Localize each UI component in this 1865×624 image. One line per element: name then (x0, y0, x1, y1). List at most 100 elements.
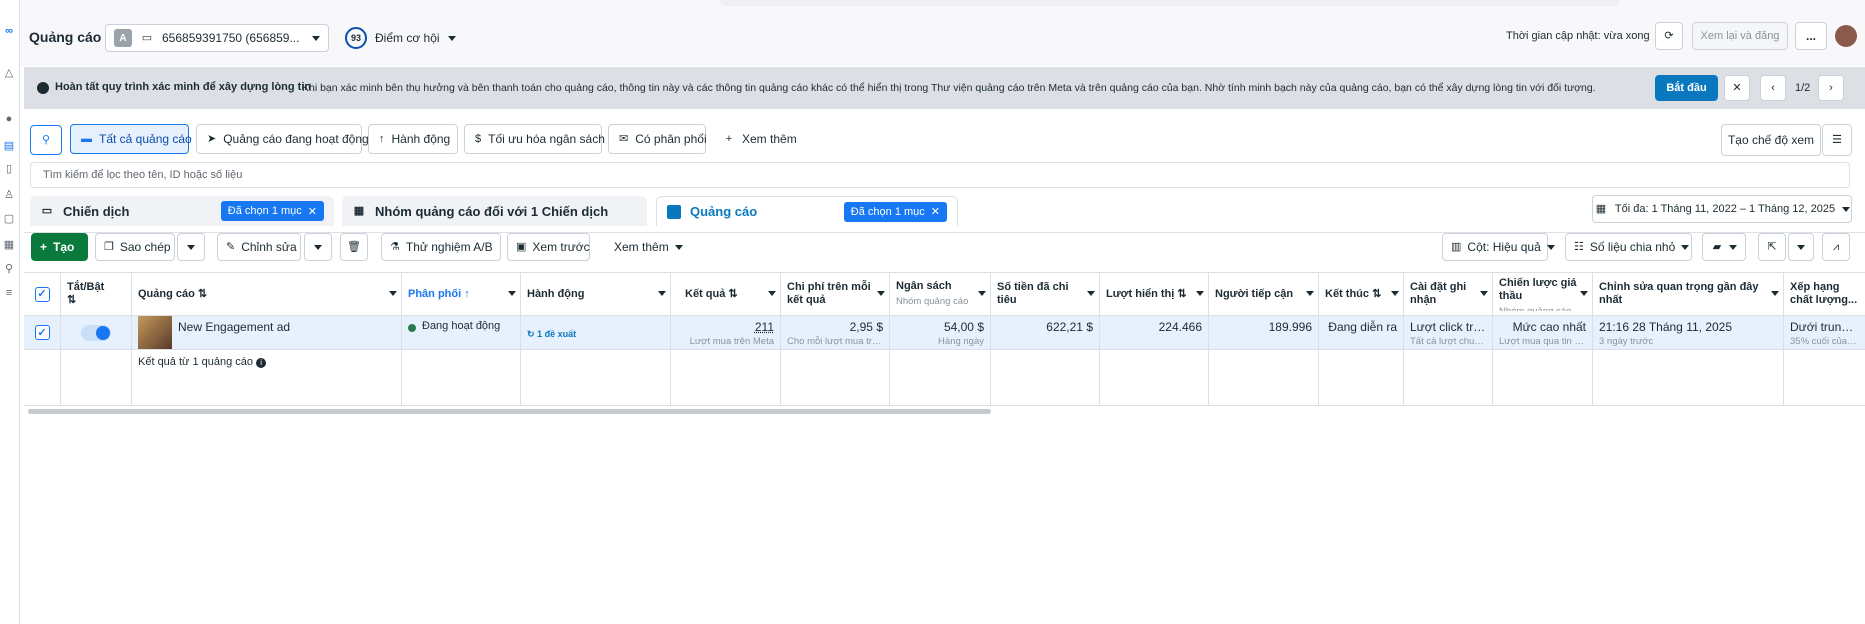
row-select-cell[interactable]: ✓ (24, 316, 61, 349)
header-impressions[interactable]: Lượt hiển thị ⇅ (1100, 273, 1209, 315)
header-last-edit[interactable]: Chỉnh sửa quan trọng gần đây nhất (1593, 273, 1784, 315)
search-input[interactable]: Tìm kiếm để lọc theo tên, ID hoặc số liệ… (30, 162, 1850, 188)
export-button[interactable]: ⇱ (1758, 233, 1786, 261)
table-row[interactable]: ✓ New Engagement ad Đang hoạt động ↻ 1 đ… (24, 316, 1865, 350)
header-delivery[interactable]: Phân phối ↑ (402, 273, 521, 315)
close-banner-button[interactable]: ✕ (1724, 75, 1750, 101)
next-button[interactable]: › (1818, 75, 1844, 101)
edit-menu-button[interactable] (304, 233, 332, 261)
quality-sub: 35% cuối của qu (1790, 336, 1859, 347)
filter-all-ads[interactable]: ▬ Tất cả quảng cáo (70, 124, 192, 154)
row-actions-cell[interactable]: ↻ 1 đề xuất (521, 316, 671, 349)
sort-icon: ⇅ (1177, 287, 1187, 300)
total-empty-cell (1319, 350, 1404, 405)
copy-icon: ❐ (104, 241, 114, 253)
grid-icon[interactable]: ▤ (2, 139, 16, 153)
menu-icon[interactable]: ≡ (2, 286, 16, 300)
opportunity-score[interactable]: 93 Điểm cơ hội (345, 27, 456, 49)
row-ad-cell[interactable]: New Engagement ad (132, 316, 402, 349)
filter-with-delivery[interactable]: ✉ Có phân phối (608, 124, 707, 154)
toggle-knob (96, 325, 110, 340)
select-all-checkbox[interactable]: ✓ (34, 286, 50, 302)
account-selector[interactable]: A ▭ 656859391750 (656859... (105, 24, 329, 52)
previous-button[interactable]: ‹ (1760, 75, 1786, 101)
header-budget[interactable]: Ngân sách Nhóm quảng cáo (890, 273, 991, 315)
header-actions[interactable]: Hành động (521, 273, 671, 315)
selection-chip[interactable]: Đã chọn 1 mục ✕ (843, 201, 947, 222)
more-actions-button[interactable]: Xem thêm (605, 233, 683, 261)
impressions-value: 224.466 (1158, 320, 1202, 334)
chart-icon[interactable]: ▯ (2, 162, 16, 176)
row-checkbox[interactable]: ✓ (34, 325, 50, 340)
header-quality[interactable]: Xếp hạng chất lượng... (1784, 273, 1865, 315)
delete-button[interactable]: 🗑 (340, 233, 368, 261)
row-quality-cell: Dưới trung bì 35% cuối của qu (1784, 316, 1865, 349)
selection-chip[interactable]: Đã chọn 1 mục ✕ (220, 201, 324, 221)
header-label: Kết thúc (1325, 287, 1369, 300)
header-results[interactable]: Kết quả ⇅ (671, 273, 781, 315)
view-settings-button[interactable]: ☰ (1822, 124, 1852, 156)
update-status: Thời gian cập nhật: vừa xong (1506, 30, 1650, 42)
results-value[interactable]: 211 (677, 320, 774, 334)
ad-toggle[interactable] (81, 324, 111, 341)
chart-toggle-button[interactable]: ⩘ (1822, 233, 1850, 261)
preview-button[interactable]: ▣ Xem trước (507, 233, 590, 261)
filter-budget-optimization[interactable]: $ Tối ưu hóa ngân sách (464, 124, 605, 154)
spent-value: 622,21 $ (1046, 320, 1093, 334)
columns-button[interactable]: ▥ Cột: Hiệu quả (1442, 233, 1555, 261)
date-range-picker[interactable]: ▦ Tối đa: 1 Tháng 11, 2022 – 1 Tháng 12,… (1592, 195, 1852, 223)
export-menu-button[interactable] (1788, 233, 1814, 261)
select-all-cell[interactable]: ✓ (24, 273, 61, 315)
tab-campaigns[interactable]: ▭ Chiến dịch Đã chọn 1 mục ✕ (30, 196, 334, 226)
calendar-icon[interactable]: ▦ (2, 238, 16, 252)
header-label: Quảng cáo (138, 287, 195, 300)
row-spent-cell: 622,21 $ (991, 316, 1100, 349)
trash-icon: 🗑 (347, 241, 361, 253)
close-icon[interactable]: ✕ (931, 205, 940, 218)
ad-name[interactable]: New Engagement ad (178, 320, 290, 334)
header-reach[interactable]: Người tiếp cận (1209, 273, 1319, 315)
header-attribution[interactable]: Cài đặt ghi nhận (1404, 273, 1493, 315)
duplicate-menu-button[interactable] (177, 233, 205, 261)
row-last-edit-cell: 21:16 28 Tháng 11, 2025 3 ngày trước (1593, 316, 1784, 349)
refresh-button[interactable]: ⟳ (1655, 22, 1683, 50)
avatar[interactable] (1835, 25, 1857, 47)
search-toggle-button[interactable]: ⚲ (30, 125, 62, 155)
wallet-icon[interactable]: ▢ (2, 212, 16, 226)
review-publish-button[interactable]: Xem lại và đăng (1692, 22, 1788, 50)
chevron-down-icon (1480, 291, 1488, 296)
recommendation-link[interactable]: ↻ 1 đề xuất (527, 329, 576, 339)
close-icon[interactable]: ✕ (308, 205, 317, 218)
header-ad[interactable]: Quảng cáo ⇅ (132, 273, 402, 315)
header-cost-per-result[interactable]: Chi phí trên mỗi kết quả (781, 273, 890, 315)
people-icon[interactable]: ♙ (2, 188, 16, 202)
bid-sub: Lượt mua qua tin n... (1499, 336, 1586, 347)
row-cost-cell: 2,95 $ Cho mỗi lượt mua trê... (781, 316, 890, 349)
start-button[interactable]: Bắt đầu (1655, 75, 1718, 101)
ab-test-button[interactable]: ⚗ Thử nghiệm A/B (381, 233, 501, 261)
filter-actions[interactable]: ↑ Hành động (368, 124, 458, 154)
more-options-button[interactable]: ... (1795, 22, 1827, 50)
edit-button[interactable]: ✎ Chỉnh sửa (217, 233, 301, 261)
sliders-icon: ☰ (1832, 134, 1842, 146)
header-toggle[interactable]: Tắt/Bật ⇅ (61, 273, 132, 315)
duplicate-button[interactable]: ❐ Sao chép (95, 233, 175, 261)
tab-ad-sets[interactable]: ▦ Nhóm quảng cáo đối với 1 Chiến dịch (342, 196, 647, 226)
header-ends[interactable]: Kết thúc ⇅ (1319, 273, 1404, 315)
row-toggle-cell[interactable] (61, 316, 132, 349)
horizontal-scrollbar[interactable] (28, 409, 991, 414)
see-more-filters[interactable]: + Xem thêm (722, 132, 797, 146)
notification-icon[interactable]: ● (2, 112, 16, 126)
meta-icon[interactable]: ∞ (2, 24, 16, 38)
create-button[interactable]: + Tạo (31, 233, 88, 261)
reports-button[interactable]: ▰ (1702, 233, 1746, 261)
create-view-button[interactable]: Tạo chế độ xem (1721, 124, 1821, 156)
breakdown-button[interactable]: ☷ Số liệu chia nhỏ (1565, 233, 1692, 261)
header-amount-spent[interactable]: Số tiền đã chi tiêu (991, 273, 1100, 315)
info-icon[interactable]: i (256, 357, 267, 368)
filter-active-ads[interactable]: ➤ Quảng cáo đang hoạt động (196, 124, 369, 154)
header-bid-strategy[interactable]: Chiến lược giá thầu Nhóm quảng cáo (1493, 273, 1593, 315)
settings-icon[interactable]: ⚲ (2, 262, 16, 276)
warning-icon[interactable]: △ (2, 66, 16, 80)
tab-ads[interactable]: Quảng cáo Đã chọn 1 mục ✕ (656, 196, 958, 226)
